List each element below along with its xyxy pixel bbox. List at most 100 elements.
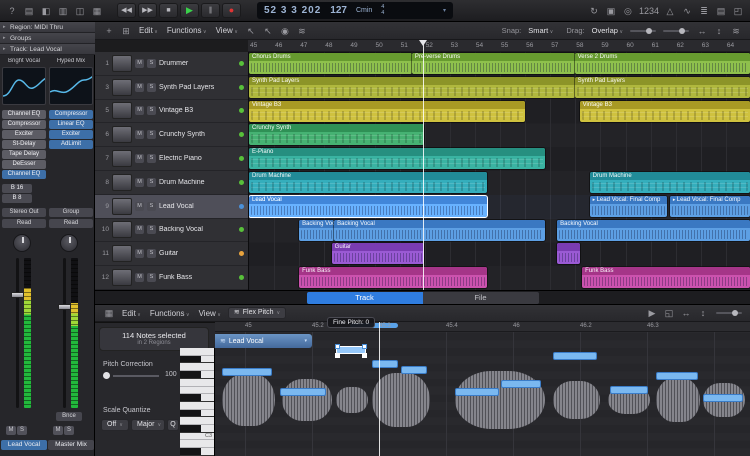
pointer-tool-selector[interactable]: ↖ — [245, 24, 257, 38]
quantize-button[interactable]: Q — [167, 419, 179, 431]
track-solo-button[interactable]: S — [147, 58, 156, 68]
send-slot-b-16[interactable]: B 16 — [2, 184, 32, 193]
region-vintage-b3[interactable]: Vintage B3 — [249, 100, 525, 122]
region-lead-vocal-final-comp[interactable]: Lead Vocal: Final Comp — [589, 195, 668, 217]
cycle-icon[interactable]: ↻ — [588, 4, 600, 18]
group-slot[interactable]: Group — [49, 208, 93, 217]
piano-key[interactable] — [180, 394, 214, 402]
track-solo-button[interactable]: S — [147, 177, 156, 187]
track-solo-button[interactable]: S — [147, 106, 156, 116]
region-synth-pad-layers[interactable]: Synth Pad Layers — [574, 76, 750, 98]
channel-setting-name[interactable]: Bright Vocal — [2, 58, 46, 64]
strip-mute-left[interactable]: M — [6, 426, 16, 435]
plugin-slot-tape-delay[interactable]: Tape Delay — [2, 150, 46, 159]
region-drum-machine[interactable]: Drum Machine — [589, 172, 750, 193]
flex-pitch-note[interactable] — [656, 372, 698, 380]
plugin-slot-channel-eq[interactable]: Channel EQ — [2, 170, 46, 179]
library-icon[interactable]: ▤ — [23, 4, 35, 18]
editor-menu-edit[interactable]: Edit — [122, 309, 141, 318]
piano-key[interactable] — [180, 440, 214, 449]
track-solo-button[interactable]: S — [147, 130, 156, 140]
track-mute-button[interactable]: M — [135, 273, 144, 283]
zoom-vertical-icon[interactable]: ↕ — [713, 24, 725, 38]
track-row-7[interactable]: 7 M S Electric Piano — [95, 147, 248, 171]
track-row-11[interactable]: 11 M S Guitar — [95, 242, 248, 267]
track-solo-button[interactable]: S — [147, 82, 156, 92]
strip-solo-left[interactable]: S — [17, 426, 27, 435]
piano-key[interactable] — [180, 425, 214, 433]
region-backing-vocal[interactable]: Backing Vocal — [557, 219, 750, 241]
flex-toggle-icon[interactable]: ≋ — [296, 24, 308, 38]
volume-fader-left[interactable] — [11, 258, 24, 408]
region-backing-vocal[interactable]: Backing Vocal — [334, 219, 545, 241]
catch-playhead-icon[interactable]: ▶ — [646, 306, 658, 320]
tracks-menu-edit[interactable]: Edit — [139, 26, 158, 35]
track-row-1[interactable]: 1 M S Drummer — [95, 52, 248, 76]
arrange-ruler[interactable]: 45 46 47 48 49 50 51 52 53 54 55 56 57 58 59 60 61 62 63 64 — [248, 40, 750, 52]
note-pads-icon[interactable]: ▤ — [715, 4, 727, 18]
track-solo-button[interactable]: S — [147, 273, 156, 283]
editor-zoom-slider[interactable] — [716, 310, 742, 316]
lcd-dropdown-icon[interactable]: ▾ — [443, 7, 446, 14]
duplicate-track-icon[interactable]: ⊞ — [120, 24, 132, 38]
region-e-piano[interactable]: E-Piano — [249, 148, 545, 170]
channel-strip-name[interactable]: Lead Vocal — [1, 440, 47, 450]
master-volume-icon[interactable]: ∿ — [681, 4, 693, 18]
piano-key[interactable] — [180, 417, 214, 426]
track-solo-button[interactable]: S — [147, 201, 156, 211]
browsers-icon[interactable]: ◰ — [732, 4, 744, 18]
region-pre-verse-drums[interactable]: Pre-verse Drums — [411, 53, 575, 74]
list-editors-icon[interactable]: ≣ — [698, 4, 710, 18]
tracks-menu-view[interactable]: View — [216, 26, 238, 35]
editor-ruler[interactable]: 45 45.2 45.3 45.4 46 46.2 46.3 — [215, 322, 750, 332]
track-mute-button[interactable]: M — [135, 249, 144, 259]
forward-button[interactable]: ▶▶ — [138, 3, 157, 18]
autopunch-icon[interactable]: ▣ — [605, 4, 617, 18]
vertical-zoom-slider[interactable] — [663, 27, 689, 34]
track-row-3[interactable]: 3 M S Synth Pad Layers — [95, 75, 248, 100]
piano-key[interactable] — [180, 363, 214, 372]
metronome-icon[interactable]: △ — [664, 4, 676, 18]
piano-key[interactable] — [180, 386, 214, 395]
pitch-correction-slider[interactable] — [113, 375, 159, 377]
snap-selector[interactable]: Smart — [528, 26, 553, 35]
plugin-slot-exciter[interactable]: Exciter — [49, 130, 93, 139]
plugin-slot-compressor[interactable]: Compressor — [49, 110, 93, 119]
flex-pitch-editor[interactable]: Fine Pitch: 0 — [215, 317, 750, 456]
automation-mode-right[interactable]: Read — [49, 219, 93, 228]
bounce-button[interactable]: Bnce — [56, 412, 82, 421]
plugin-slot-compressor[interactable]: Compressor — [2, 120, 46, 129]
send-slot-b-8[interactable]: B 8 — [2, 194, 32, 203]
editor-zoom-h-icon[interactable]: ↔ — [680, 306, 692, 320]
arrange-area[interactable]: Chorus Drums Pre-verse Drums Verse 2 Drums… — [248, 52, 750, 290]
count-in-icon[interactable]: 1234 — [639, 4, 659, 18]
fader-handle[interactable] — [11, 292, 24, 298]
drag-selector[interactable]: Overlap — [592, 26, 623, 35]
region-inspector-header[interactable]: Region: MIDI Thru — [0, 22, 95, 33]
piano-key[interactable] — [180, 409, 214, 418]
link-icon[interactable]: ◱ — [663, 306, 675, 320]
track-row-5[interactable]: 5 M S Vintage B3 — [95, 99, 248, 124]
volume-fader-right[interactable] — [58, 258, 71, 408]
play-button[interactable]: ▶ — [180, 3, 199, 18]
flex-pitch-note[interactable] — [501, 380, 541, 388]
piano-key[interactable] — [180, 371, 214, 379]
inspector-icon[interactable]: ◧ — [40, 4, 52, 18]
pause-button[interactable]: ∥ — [201, 3, 220, 18]
flex-pitch-note[interactable] — [335, 344, 367, 354]
track-row-12[interactable]: 12 M S Funk Bass — [95, 266, 248, 290]
piano-key[interactable] — [180, 401, 214, 410]
editor-view-icon[interactable]: ▦ — [103, 306, 115, 320]
horizontal-zoom-slider[interactable] — [630, 27, 656, 34]
master-strip-name[interactable]: Master Mix — [48, 440, 94, 450]
editor-menu-functions[interactable]: Functions — [150, 309, 190, 318]
region-lead-vocal[interactable]: Lead Vocal — [249, 194, 488, 218]
master-setting-name[interactable]: Hyped Mix — [49, 58, 93, 64]
region-synth-pad-layers[interactable]: Synth Pad Layers — [249, 76, 575, 98]
region-lead-vocal-final-comp[interactable]: Lead Vocal: Final Comp — [669, 195, 750, 217]
pan-knob-right[interactable] — [60, 234, 78, 252]
region-drum-machine[interactable]: Drum Machine — [249, 172, 487, 193]
region-guitar[interactable]: Guitar — [331, 243, 425, 265]
editor-menu-view[interactable]: View — [199, 309, 221, 318]
flex-pitch-note[interactable] — [280, 388, 326, 396]
